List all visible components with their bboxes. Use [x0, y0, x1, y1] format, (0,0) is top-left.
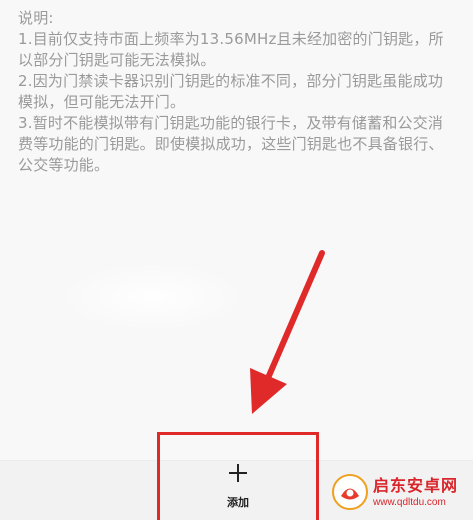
- instructions-title: 说明:: [18, 9, 54, 27]
- app-screen: 说明: 1.目前仅支持市面上频率为13.56MHz且未经加密的门钥匙，所以部分门…: [0, 0, 473, 520]
- plus-icon: [229, 464, 247, 482]
- instruction-item: 1.目前仅支持市面上频率为13.56MHz且未经加密的门钥匙，所以部分门钥匙可能…: [18, 30, 444, 69]
- faded-overlay: [58, 262, 248, 332]
- instructions-panel: 说明: 1.目前仅支持市面上频率为13.56MHz且未经加密的门钥匙，所以部分门…: [18, 8, 458, 176]
- instruction-item: 2.因为门禁读卡器识别门钥匙的标准不同，部分门钥匙虽能成功模拟，但可能无法开门。: [18, 72, 444, 111]
- add-button[interactable]: 添加: [157, 432, 319, 520]
- watermark-logo-icon: [332, 474, 368, 510]
- watermark-url: www.qdltdu.com: [373, 496, 446, 508]
- watermark-name: 启东安卓网: [373, 475, 459, 495]
- add-button-label: 添加: [227, 497, 249, 509]
- watermark: 启东安卓网 www.qdltdu.com: [331, 470, 467, 514]
- instruction-item: 3.暂时不能模拟带有门钥匙功能的银行卡，及带有储蓄和公交消费等功能的门钥匙。即使…: [18, 114, 444, 174]
